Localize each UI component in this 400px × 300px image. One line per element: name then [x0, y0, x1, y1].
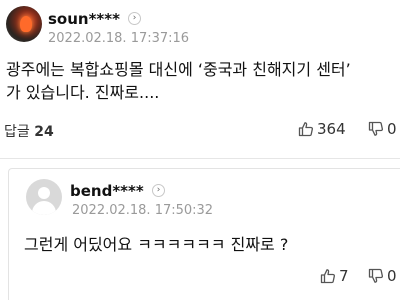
reply-username[interactable]: bend****: [70, 182, 144, 200]
reply-count: 24: [34, 124, 54, 140]
dislike-count: 0: [387, 120, 397, 138]
user-avatar[interactable]: [6, 6, 42, 42]
comment-text-line: 가 있습니다. 진짜로....: [6, 83, 160, 102]
reply-timestamp: 2022.02.18. 17:50:32: [72, 203, 214, 218]
thumbs-up-icon: [298, 122, 313, 137]
comment-timestamp: 2022.02.18. 17:37:16: [48, 31, 190, 46]
thumbs-down-icon: [368, 121, 383, 136]
reply-dislike-count: 0: [387, 267, 397, 285]
reply-count-button[interactable]: 답글 24: [4, 121, 54, 141]
reply-text: 그런게 어딨어요 ㅋㅋㅋㅋㅋㅋ 진짜로 ?: [24, 235, 289, 254]
dislike-button[interactable]: 0: [368, 120, 397, 138]
reply-dislike-button[interactable]: 0: [368, 267, 397, 285]
thumbs-down-icon: [368, 268, 383, 283]
like-count: 364: [317, 120, 346, 138]
reply-like-count: 7: [339, 267, 349, 285]
comment-username[interactable]: soun****: [48, 10, 120, 28]
avatar-image: [20, 16, 32, 32]
thumbs-up-icon: [320, 269, 335, 284]
chevron-right-icon[interactable]: ›: [152, 184, 165, 197]
reply-avatar[interactable]: [26, 179, 62, 215]
like-button[interactable]: 364: [298, 120, 346, 138]
default-avatar-icon: [38, 187, 50, 199]
comment-text-line: 광주에는 복합쇼핑몰 대신에 ‘중국과 친해지기 센터’: [6, 60, 351, 79]
comment-divider: [0, 158, 400, 159]
comment-text: 광주에는 복합쇼핑몰 대신에 ‘중국과 친해지기 센터’ 가 있습니다. 진짜로…: [6, 58, 400, 104]
chevron-right-icon[interactable]: ›: [128, 12, 141, 25]
reply-like-button[interactable]: 7: [320, 267, 349, 285]
reply-label: 답글: [4, 124, 30, 140]
